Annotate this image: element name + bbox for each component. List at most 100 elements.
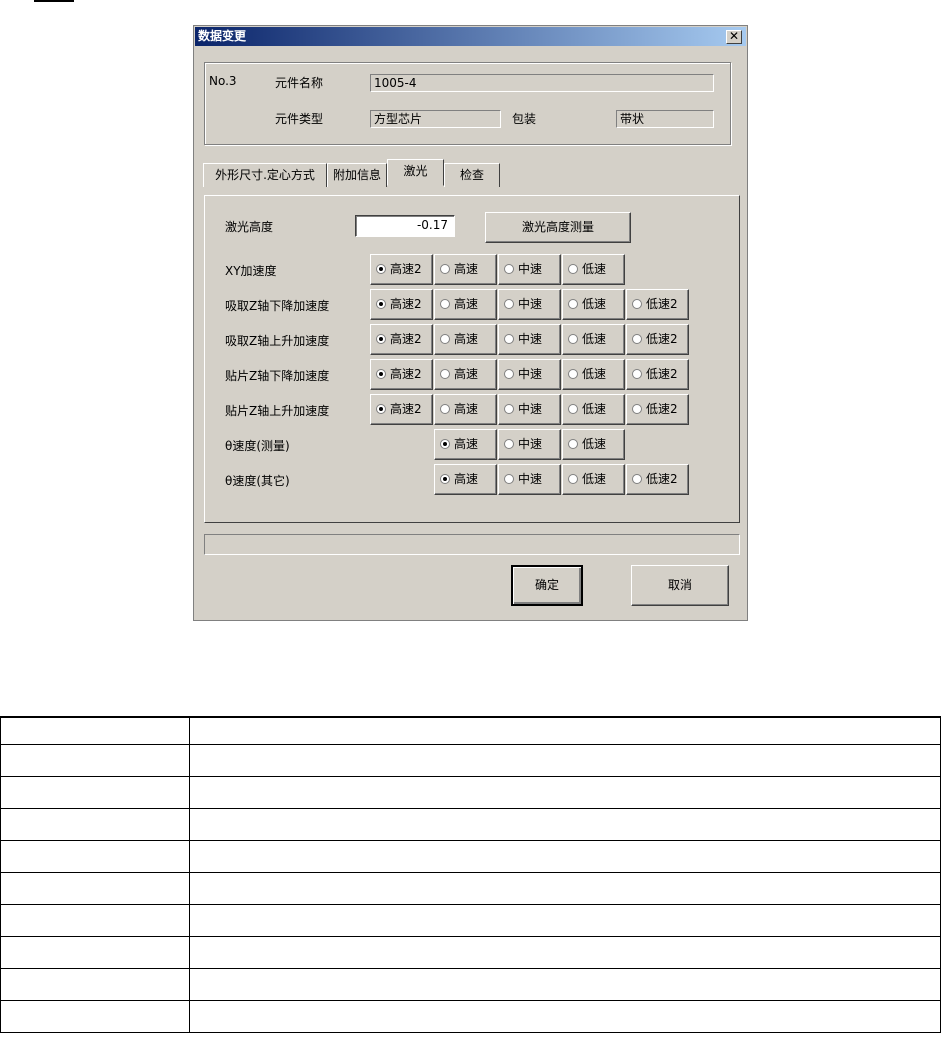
radio-indicator-icon <box>504 403 514 414</box>
speed-row-label: 贴片Z轴上升加速度 <box>225 404 330 418</box>
radio-option-label: 高速 <box>454 262 479 276</box>
radio-option-label: 中速 <box>518 472 543 486</box>
table-cell <box>0 1000 190 1033</box>
speed-radio-option[interactable]: 低速 <box>562 429 625 460</box>
radio-option-label: 中速 <box>518 437 543 451</box>
radio-option-label: 中速 <box>518 402 543 416</box>
speed-radio-option[interactable]: 高速 <box>434 429 497 460</box>
speed-radio-option[interactable]: 中速 <box>498 324 561 355</box>
speed-radio-option[interactable]: 高速 <box>434 394 497 425</box>
part-info-group: No.3 元件名称 1005-4 元件类型 方型芯片 包装 带状 <box>204 62 731 145</box>
speed-radio-option[interactable]: 低速 <box>562 394 625 425</box>
radio-indicator-icon <box>376 403 386 414</box>
speed-radio-option[interactable]: 高速2 <box>370 394 433 425</box>
radio-indicator-icon <box>632 333 642 344</box>
radio-indicator-icon <box>376 368 386 379</box>
close-icon[interactable]: ✕ <box>726 30 742 44</box>
table-cell <box>189 716 941 745</box>
speed-radio-option[interactable]: 高速2 <box>370 359 433 390</box>
radio-option-label: 低速 <box>582 367 607 381</box>
speed-radio-option[interactable]: 中速 <box>498 254 561 285</box>
radio-option-label: 高速 <box>454 472 479 486</box>
radio-indicator-icon <box>632 298 642 309</box>
cancel-button[interactable]: 取消 <box>631 565 729 606</box>
speed-radio-option[interactable]: 低速 <box>562 289 625 320</box>
speed-row-label: 吸取Z轴上升加速度 <box>225 334 330 348</box>
speed-radio-option[interactable]: 高速 <box>434 254 497 285</box>
speed-row-label: 贴片Z轴下降加速度 <box>225 369 330 383</box>
radio-indicator-icon <box>504 298 514 309</box>
radio-indicator-icon <box>568 438 578 449</box>
radio-indicator-icon <box>632 473 642 484</box>
table-cell <box>189 840 941 873</box>
speed-radio-option[interactable]: 低速2 <box>626 394 689 425</box>
radio-indicator-icon <box>568 403 578 414</box>
data-change-dialog: 数据变更 ✕ No.3 元件名称 1005-4 元件类型 方型芯片 包装 带状 … <box>193 25 748 621</box>
table-cell <box>189 776 941 809</box>
radio-option-label: 高速2 <box>390 332 422 346</box>
radio-option-label: 低速 <box>582 297 607 311</box>
package-label: 包装 <box>512 112 537 126</box>
speed-radio-option[interactable]: 低速 <box>562 359 625 390</box>
speed-radio-option[interactable]: 中速 <box>498 359 561 390</box>
table-cell <box>0 716 190 745</box>
tab-laser[interactable]: 激光 <box>387 159 444 186</box>
table-cell <box>189 744 941 777</box>
speed-radio-option[interactable]: 高速2 <box>370 324 433 355</box>
speed-radio-option[interactable]: 高速 <box>434 464 497 495</box>
part-number: No.3 <box>209 74 237 88</box>
laser-height-input[interactable]: -0.17 <box>355 215 455 237</box>
table-row <box>0 936 941 969</box>
radio-option-label: 低速 <box>582 402 607 416</box>
part-type-label: 元件类型 <box>275 112 324 126</box>
radio-option-label: 高速2 <box>390 297 422 311</box>
speed-radio-option[interactable]: 中速 <box>498 289 561 320</box>
speed-radio-option[interactable]: 高速 <box>434 359 497 390</box>
table-cell <box>0 808 190 841</box>
speed-radio-option[interactable]: 低速 <box>562 464 625 495</box>
radio-option-label: 低速 <box>582 437 607 451</box>
speed-radio-option[interactable]: 中速 <box>498 394 561 425</box>
radio-option-label: 高速 <box>454 367 479 381</box>
radio-indicator-icon <box>568 263 578 274</box>
radio-option-label: 低速 <box>582 332 607 346</box>
ok-button[interactable]: 确定 <box>511 565 583 606</box>
radio-option-label: 高速2 <box>390 367 422 381</box>
radio-option-label: 高速 <box>454 402 479 416</box>
speed-row-label: XY加速度 <box>225 264 277 278</box>
radio-indicator-icon <box>504 368 514 379</box>
tab-outline-centering[interactable]: 外形尺寸.定心方式 <box>203 163 327 187</box>
speed-radio-option[interactable]: 低速2 <box>626 324 689 355</box>
radio-indicator-icon <box>376 333 386 344</box>
speed-radio-option[interactable]: 低速2 <box>626 359 689 390</box>
speed-radio-option[interactable]: 低速 <box>562 324 625 355</box>
radio-indicator-icon <box>568 333 578 344</box>
part-name-field: 1005-4 <box>370 74 714 92</box>
tab-inspection[interactable]: 检查 <box>444 163 500 187</box>
radio-indicator-icon <box>632 403 642 414</box>
table-cell <box>0 744 190 777</box>
blank-table <box>0 716 941 1033</box>
speed-radio-option[interactable]: 高速2 <box>370 254 433 285</box>
speed-radio-option[interactable]: 低速2 <box>626 289 689 320</box>
dialog-title: 数据变更 <box>198 29 247 43</box>
radio-option-label: 低速2 <box>646 297 678 311</box>
table-cell <box>189 808 941 841</box>
radio-indicator-icon <box>376 298 386 309</box>
radio-indicator-icon <box>440 298 450 309</box>
table-row <box>0 776 941 809</box>
speed-radio-option[interactable]: 高速 <box>434 289 497 320</box>
radio-indicator-icon <box>440 473 450 484</box>
speed-radio-option[interactable]: 高速2 <box>370 289 433 320</box>
speed-radio-option[interactable]: 中速 <box>498 464 561 495</box>
tab-additional-info[interactable]: 附加信息 <box>327 163 387 187</box>
speed-radio-option[interactable]: 高速 <box>434 324 497 355</box>
radio-option-label: 中速 <box>518 367 543 381</box>
radio-indicator-icon <box>440 368 450 379</box>
speed-radio-option[interactable]: 低速2 <box>626 464 689 495</box>
laser-height-measure-button[interactable]: 激光高度测量 <box>485 212 631 243</box>
speed-radio-option[interactable]: 中速 <box>498 429 561 460</box>
title-bar[interactable]: 数据变更 ✕ <box>195 27 746 46</box>
table-cell <box>0 936 190 969</box>
speed-radio-option[interactable]: 低速 <box>562 254 625 285</box>
